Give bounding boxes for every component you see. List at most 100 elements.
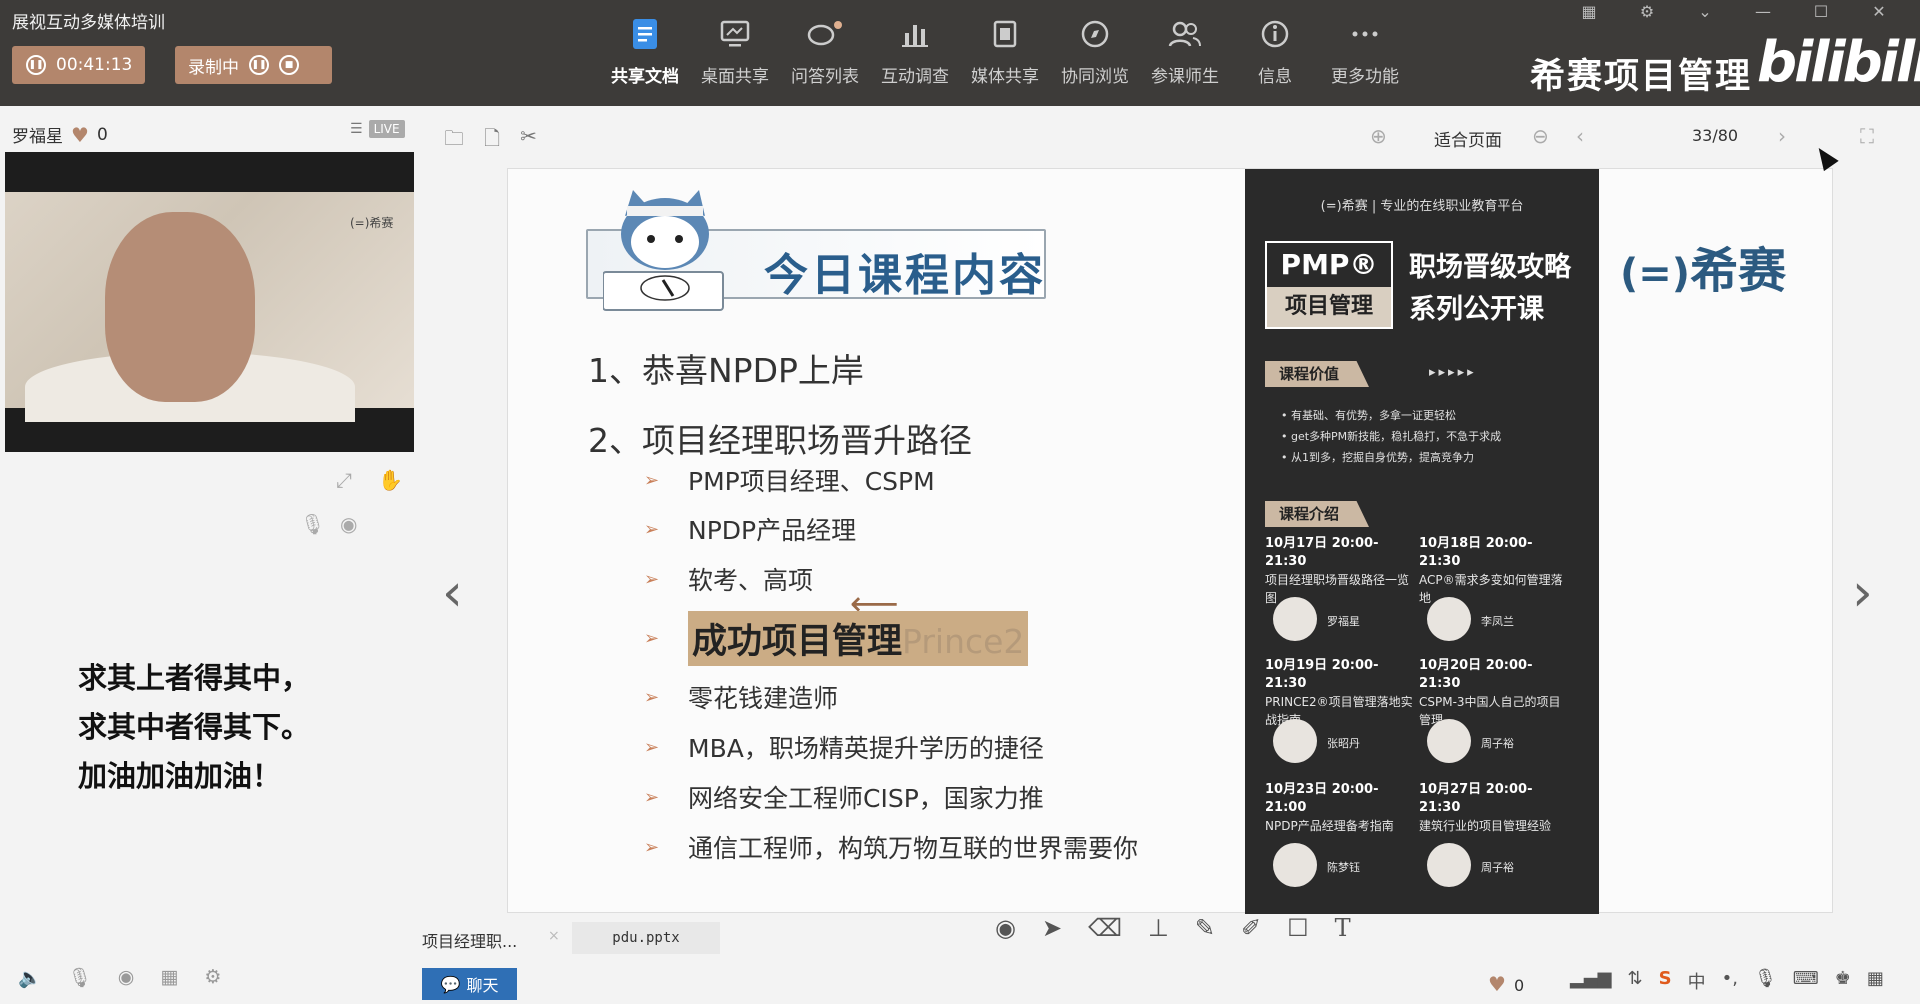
- maximize-icon[interactable]: ☐: [1792, 0, 1850, 22]
- ime-lang-icon[interactable]: 中: [1688, 968, 1706, 994]
- recording-control[interactable]: 录制中 ❚❚ ■: [175, 46, 332, 84]
- punctuation-icon[interactable]: •,: [1722, 968, 1738, 994]
- prev-slide-arrow[interactable]: ‹: [442, 563, 463, 623]
- tool-label: 协同浏览: [1061, 67, 1129, 87]
- settings-icon[interactable]: ⚙: [204, 966, 221, 989]
- tool-shared-document[interactable]: 共享文档: [600, 16, 690, 87]
- sub-item-highlighted: ➢ 成功项目管理Prince2: [644, 611, 1029, 666]
- file-tab-1[interactable]: 项目经理职...: [422, 928, 517, 952]
- chevron-down-icon[interactable]: ⌄: [1676, 0, 1734, 22]
- expand-icon[interactable]: ⤢: [336, 468, 352, 492]
- chat-button[interactable]: 💬 聊天: [422, 968, 517, 1000]
- session-cell: 10月18日 20:00-21:30 ACP®需求多变如何管理落地 李凤兰: [1419, 535, 1569, 653]
- folder-icon[interactable]: 🗀: [444, 124, 464, 158]
- record-icon[interactable]: ◉: [995, 914, 1016, 942]
- session-cell: 10月17日 20:00-21:30 项目经理职场晋级路径一览图 罗福星: [1265, 535, 1415, 653]
- more-icon: [1350, 16, 1380, 52]
- tool-desktop-share[interactable]: 桌面共享: [690, 16, 780, 87]
- tool-media-share[interactable]: 媒体共享: [960, 16, 1050, 87]
- highlighter-icon[interactable]: ✐: [1241, 914, 1261, 942]
- session-cell: 10月23日 20:00-21:00 NPDP产品经理备考指南 陈梦钰: [1265, 781, 1415, 899]
- microphone-icon[interactable]: 🎙: [68, 966, 92, 989]
- speaker-icon[interactable]: 🔈: [18, 966, 42, 989]
- like-button[interactable]: ♥ 0: [1488, 972, 1524, 996]
- sub-item: ➢ 网络安全工程师CISP，国家力推: [644, 779, 1044, 815]
- settings-icon[interactable]: ⚙: [1618, 0, 1676, 22]
- prev-page-icon[interactable]: ‹: [1576, 124, 1584, 148]
- live-indicator: ☰ LIVE: [350, 120, 405, 138]
- tool-info[interactable]: 信息: [1230, 16, 1320, 87]
- mic-tray-icon[interactable]: 🎙: [1754, 968, 1777, 994]
- bar-chart-icon: [900, 16, 930, 52]
- session-cell: 10月27日 20:00-21:30 建筑行业的项目管理经验 周子裕: [1419, 781, 1569, 899]
- teacher-avatar: [1427, 597, 1471, 641]
- window-controls: ▦ ⚙ ⌄ — ☐ ✕: [1560, 0, 1908, 22]
- pointer-icon[interactable]: ➤: [1042, 914, 1062, 942]
- sub-item-text: MBA，职场精英提升学历的捷径: [688, 734, 1044, 763]
- tool-qa-list[interactable]: 问答列表: [780, 16, 870, 87]
- layout-icon[interactable]: ▦: [1560, 0, 1618, 22]
- bullet-arrow-icon: ➢: [644, 836, 660, 858]
- page-indicator[interactable]: 33/80: [1692, 126, 1738, 145]
- file-icon[interactable]: 🗋: [484, 124, 500, 158]
- document-toolbar: 🗀 🗋 ✂ ⊕ 适合页面 ⊖ ‹ 33/80 › ⛶: [420, 106, 1920, 168]
- like-count: 0: [1513, 976, 1525, 995]
- hand-icon[interactable]: ✋: [378, 468, 403, 492]
- heart-icon[interactable]: ♥: [71, 123, 89, 147]
- camera-icon[interactable]: ◉: [340, 512, 357, 536]
- stop-recording-icon[interactable]: ■: [279, 55, 299, 75]
- timer-text: 00:41:13: [56, 55, 133, 75]
- intro-tag: 课程介绍: [1265, 501, 1369, 527]
- tool-label: 更多功能: [1331, 67, 1399, 87]
- tool-survey[interactable]: 互动调查: [870, 16, 960, 87]
- microphone-icon[interactable]: 🎙: [300, 512, 325, 536]
- annotation-toolbar: ◉ ➤ ⌫ ⊥ ✎ ✐ ☐ T: [995, 914, 1351, 942]
- zoom-in-icon[interactable]: ⊕: [1370, 124, 1387, 148]
- motto-line: 求其中者得其下。: [78, 710, 311, 744]
- rectangle-icon[interactable]: ☐: [1287, 914, 1309, 942]
- value-tag: 课程价值: [1265, 361, 1369, 387]
- pen-icon[interactable]: ✎: [1195, 914, 1215, 942]
- zoom-select[interactable]: 适合页面: [1434, 126, 1502, 151]
- ime-logo-icon[interactable]: S: [1659, 968, 1672, 994]
- close-icon[interactable]: ✕: [1850, 0, 1908, 22]
- tray-grid-icon[interactable]: ▦: [1867, 968, 1884, 994]
- top-bar: 展视互动多媒体培训 ❚❚ 00:41:13 录制中 ❚❚ ■ 共享文档 桌面共享: [0, 0, 1920, 106]
- next-slide-arrow[interactable]: ›: [1852, 563, 1873, 623]
- list-icon[interactable]: ☰: [350, 121, 363, 137]
- speaker-name: 罗福星: [12, 127, 63, 147]
- next-page-icon[interactable]: ›: [1778, 124, 1786, 148]
- webcam-icon[interactable]: ◉: [118, 966, 135, 989]
- skin-icon[interactable]: ♚: [1835, 968, 1851, 994]
- tool-co-browse[interactable]: 协同浏览: [1050, 16, 1140, 87]
- scissors-icon[interactable]: ✂: [520, 124, 537, 158]
- tool-more[interactable]: 更多功能: [1320, 16, 1410, 87]
- pause-timer-button[interactable]: ❚❚ 00:41:13: [12, 46, 145, 84]
- bullet-arrow-icon: ➢: [644, 568, 660, 590]
- session-cell: 10月19日 20:00-21:30 PRINCE2®项目管理落地实战指南 张昭…: [1265, 657, 1415, 775]
- brand-name: 希赛项目管理: [1530, 57, 1753, 97]
- sub-item: ➢ MBA，职场精英提升学历的捷径: [644, 729, 1044, 765]
- minimize-icon[interactable]: —: [1734, 0, 1792, 22]
- chat-label: 聊天: [466, 976, 499, 995]
- close-tab-icon[interactable]: ×: [548, 928, 560, 944]
- zoom-out-icon[interactable]: ⊖: [1532, 124, 1549, 148]
- slide-title: 今日课程内容: [764, 250, 1046, 301]
- grid-icon[interactable]: ▦: [160, 966, 178, 989]
- pause-recording-icon[interactable]: ❚❚: [249, 55, 269, 75]
- tool-participants[interactable]: 参课师生: [1140, 16, 1230, 87]
- pause-icon: ❚❚: [26, 55, 46, 75]
- tool-label: 信息: [1258, 67, 1292, 87]
- text-icon[interactable]: T: [1335, 914, 1351, 942]
- fullscreen-icon[interactable]: ⛶: [1860, 124, 1874, 148]
- sub-item: ➢ 通信工程师，构筑万物互联的世界需要你: [644, 829, 1139, 865]
- teacher-avatar: [1427, 843, 1471, 887]
- keyboard-icon[interactable]: ⌨: [1793, 968, 1819, 994]
- sub-item-text: 通信工程师，构筑万物互联的世界需要你: [688, 834, 1139, 863]
- stamp-icon[interactable]: ⊥: [1148, 914, 1169, 942]
- bullet-arrow-icon: ➢: [644, 736, 660, 758]
- file-tab-2[interactable]: pdu.pptx: [572, 922, 720, 954]
- eraser-icon[interactable]: ⌫: [1088, 914, 1122, 942]
- value-arrows: ▸▸▸▸▸: [1429, 365, 1477, 380]
- pmp-label: PMP®: [1280, 248, 1378, 281]
